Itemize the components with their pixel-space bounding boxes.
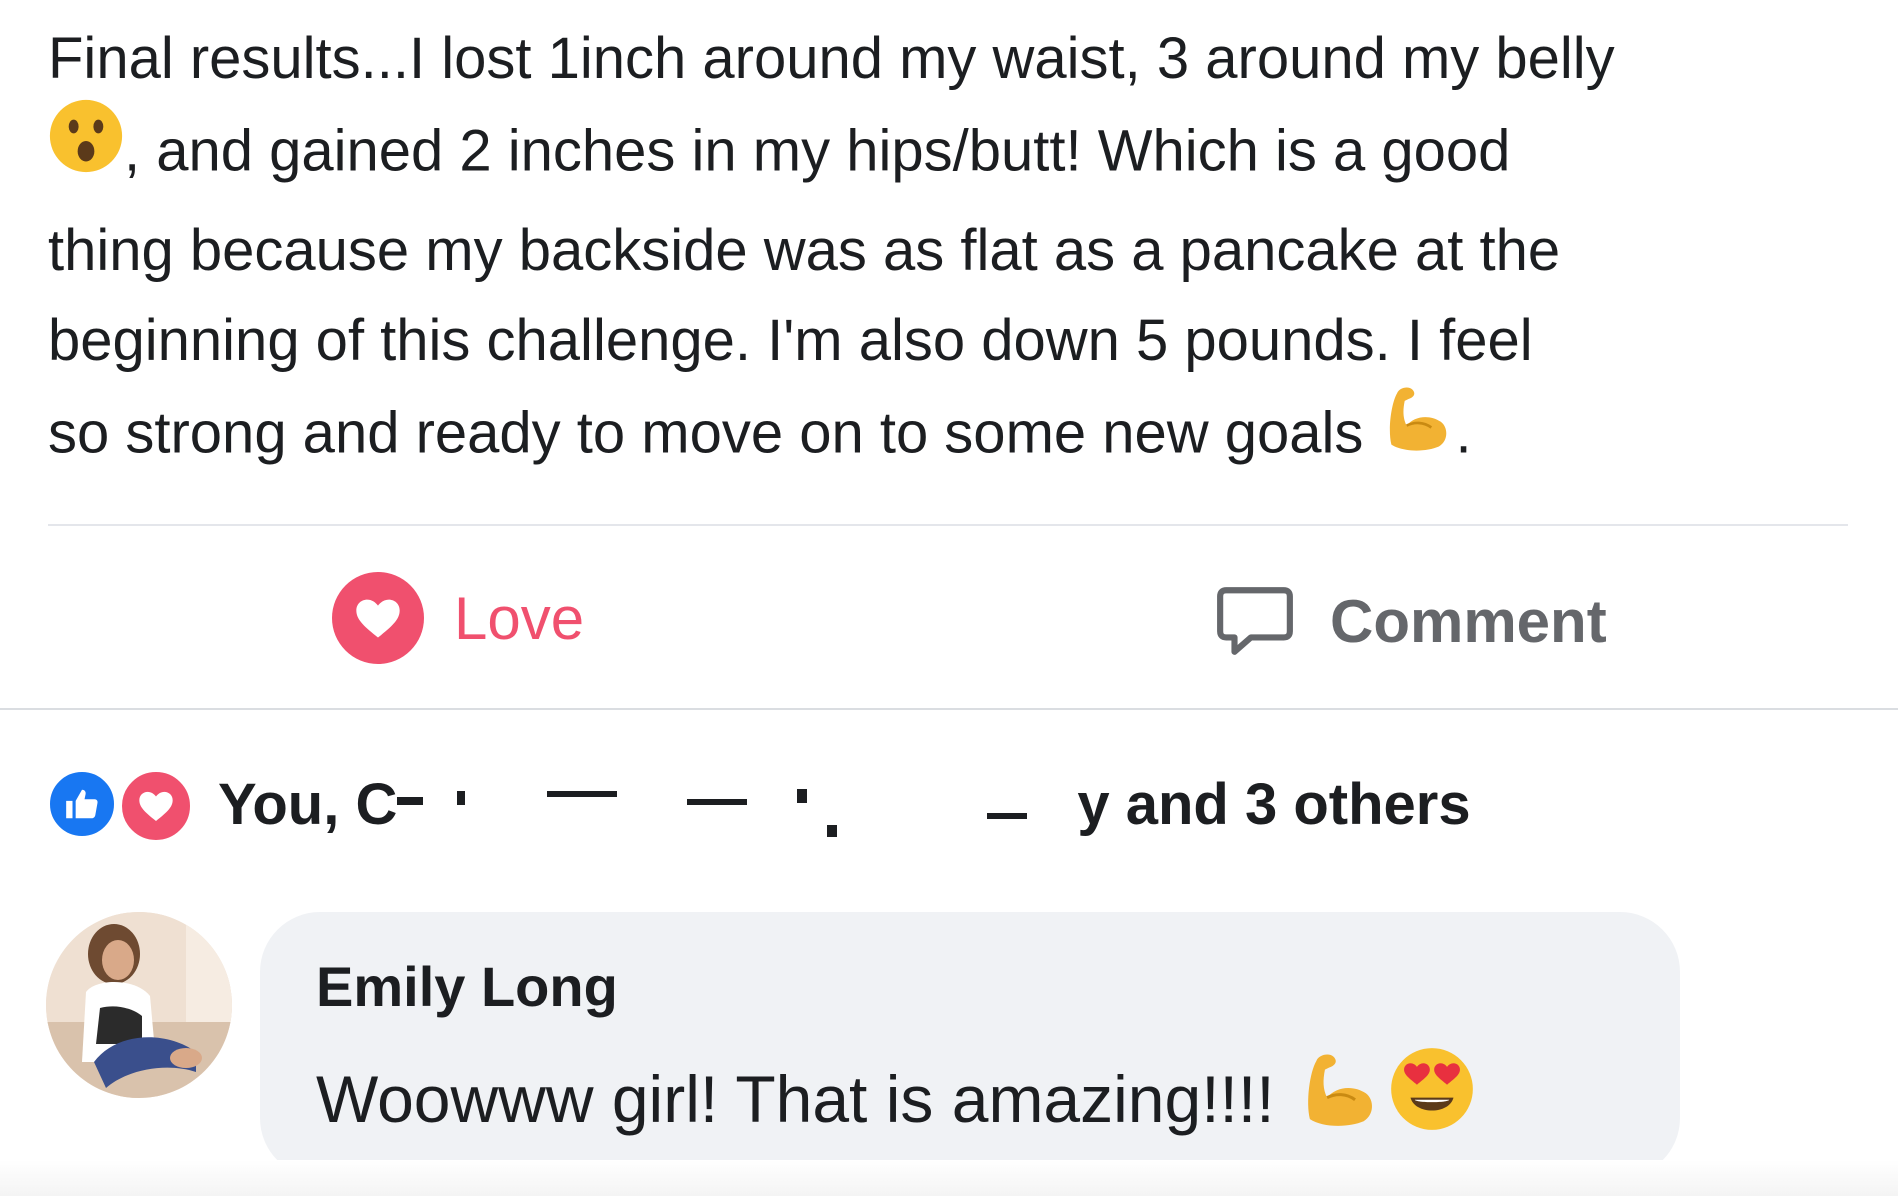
post-line-5: so strong and ready to move on to some n…: [48, 400, 1364, 466]
love-circle: [332, 572, 424, 664]
post-line-4: beginning of this challenge. I'm also do…: [48, 308, 1533, 373]
flexed-biceps-emoji-icon: [1297, 1046, 1383, 1147]
comment-author[interactable]: Emily Long: [316, 954, 618, 1019]
heart-eyes-emoji-icon: [1389, 1046, 1475, 1147]
redacted-names: [397, 769, 1078, 839]
love-label: Love: [454, 584, 585, 652]
avatar[interactable]: [46, 912, 232, 1098]
bottom-fade: [0, 1160, 1898, 1196]
comment-bubble-icon: [1217, 587, 1293, 655]
divider: [48, 524, 1848, 526]
divider-full: [0, 708, 1898, 710]
reactions-summary[interactable]: You, C y and 3 others: [46, 764, 1471, 844]
reaction-icons: [46, 764, 196, 844]
post-line-6: .: [1455, 400, 1472, 466]
reactions-suffix: y and 3 others: [1077, 771, 1471, 837]
heart-icon: [139, 791, 173, 821]
thumbs-up-icon: [66, 789, 98, 819]
heart-icon: [356, 599, 400, 638]
comment-label: Comment: [1330, 587, 1607, 655]
post-line-1: Final results...I lost 1inch around my w…: [48, 26, 1615, 91]
post-line-3: thing because my backside was as flat as…: [48, 218, 1561, 283]
reactions-text: You, C y and 3 others: [218, 769, 1471, 839]
comment-button[interactable]: Comment: [1214, 576, 1607, 666]
post-line-2: , and gained 2 inches in my hips/butt! W…: [124, 118, 1511, 184]
post-text: Final results...I lost 1inch around my w…: [48, 14, 1878, 488]
flexed-biceps-emoji-icon: [1380, 380, 1456, 482]
comment-bubble: Emily Long Woowww girl! That is amazing!…: [260, 912, 1680, 1178]
comment-text: Woowww girl! That is amazing!!!!: [316, 1061, 1275, 1136]
like-reaction: [46, 768, 118, 840]
astonished-face-emoji-icon: [48, 98, 124, 200]
love-button[interactable]: Love: [332, 566, 584, 670]
reactions-prefix: You, C: [218, 771, 398, 837]
avatar-photo-icon: [46, 912, 232, 1098]
love-reaction: [118, 768, 194, 844]
